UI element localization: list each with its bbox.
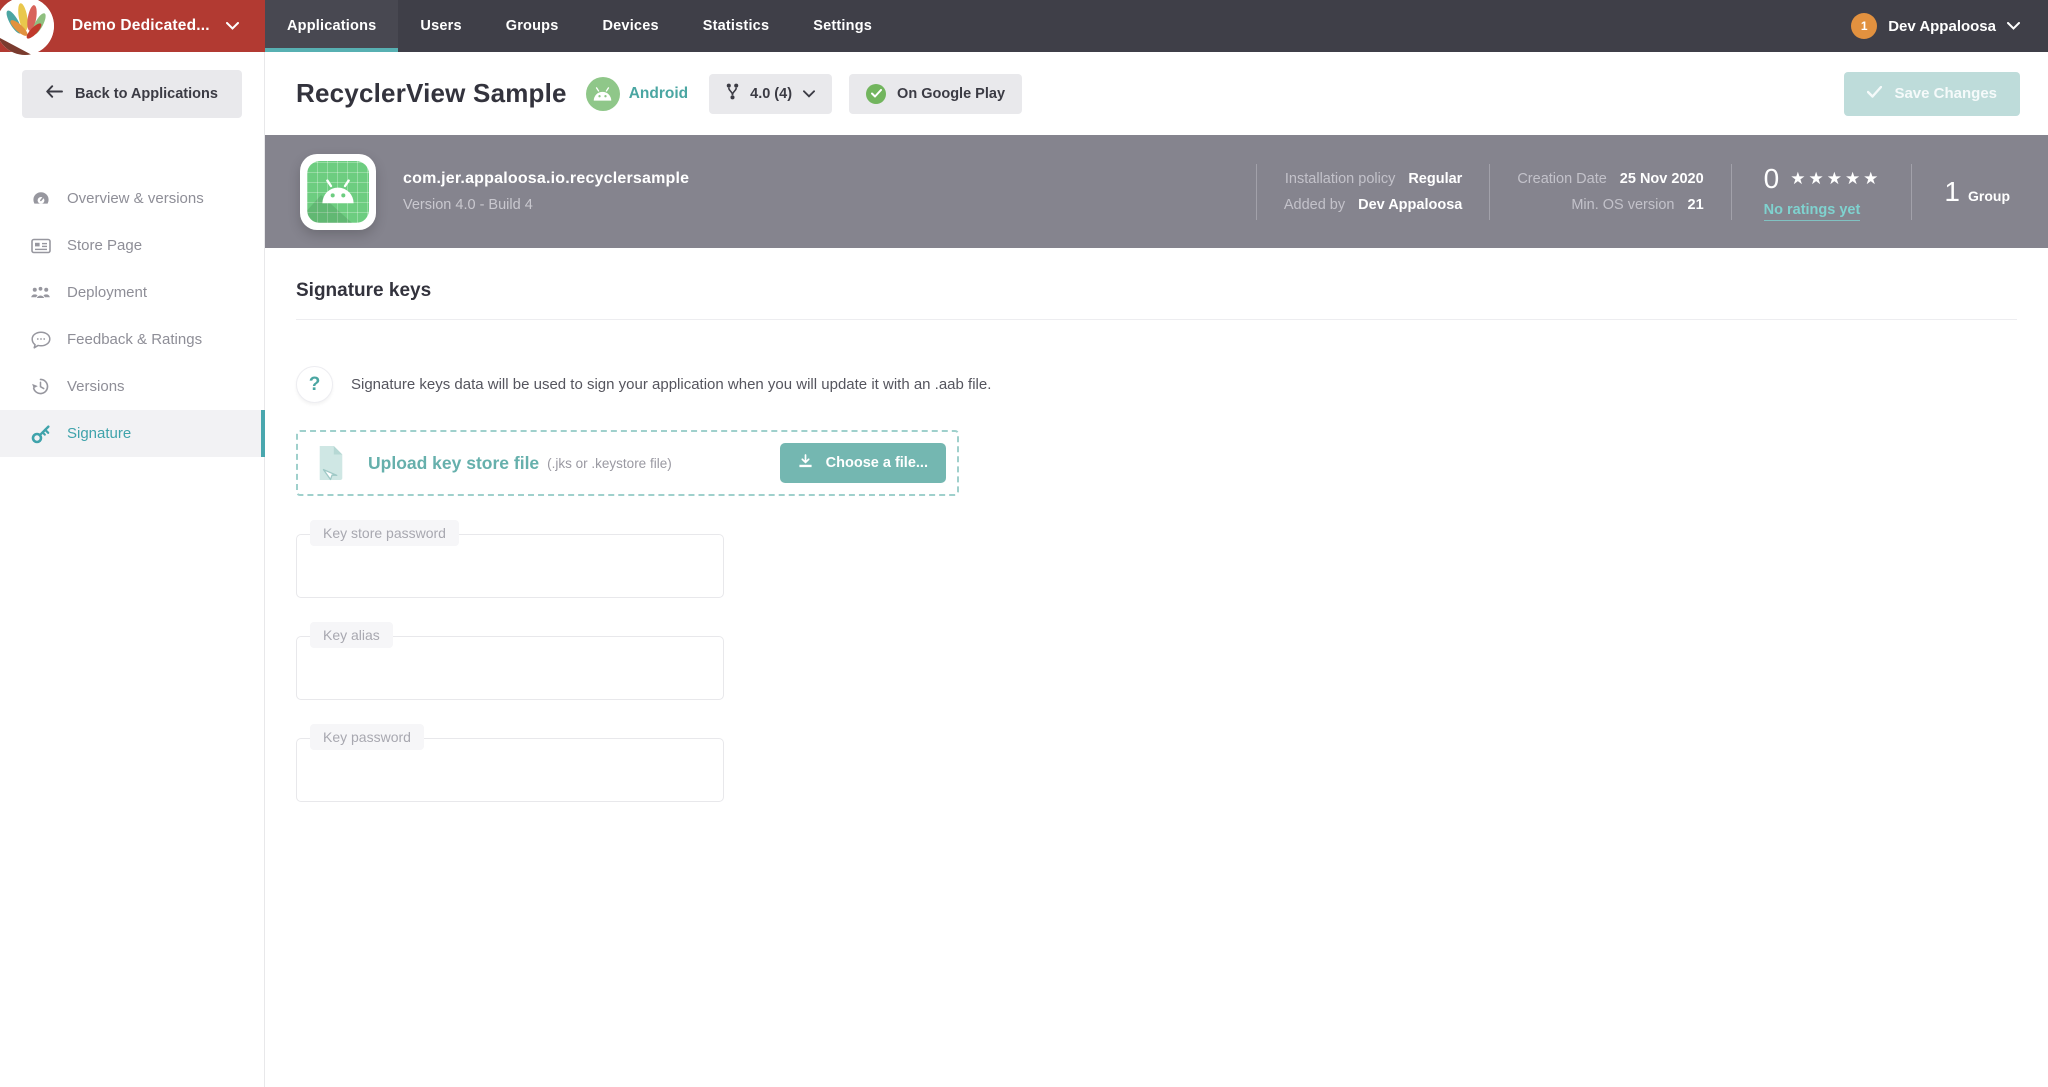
groups-summary: 1 Group xyxy=(1912,176,2048,208)
app-icon xyxy=(300,153,376,230)
meta-column-right: Creation Date 25 Nov 2020 Min. OS versio… xyxy=(1490,171,1730,213)
upload-title: Upload key store file xyxy=(368,452,540,473)
branch-icon xyxy=(726,83,739,104)
app-info-bar: com.jer.appaloosa.io.recyclersample Vers… xyxy=(265,135,2048,248)
meta-min-os-version: Min. OS version 21 xyxy=(1571,196,1704,213)
package-name: com.jer.appaloosa.io.recyclersample xyxy=(403,170,690,187)
meta-installation-policy: Installation policy Regular xyxy=(1284,170,1463,187)
header-sidebar-area: Back to Applications xyxy=(0,52,265,135)
arrow-left-icon xyxy=(46,85,63,102)
field-key-password: Key password xyxy=(296,724,724,802)
upload-hint: (.jks or .keystore file) xyxy=(547,455,672,471)
download-icon xyxy=(798,453,813,473)
meta-creation-date: Creation Date 25 Nov 2020 xyxy=(1517,170,1704,187)
signature-key-form: Key store password Key alias Key passwor… xyxy=(296,520,2017,802)
tab-statistics[interactable]: Statistics xyxy=(681,0,791,52)
sidebar-item-feedback-ratings[interactable]: Feedback & Ratings xyxy=(0,316,264,363)
signature-keys-section: Signature keys ? Signature keys data wil… xyxy=(265,248,2048,1087)
appaloosa-logo-icon xyxy=(0,0,54,55)
no-ratings-link[interactable]: No ratings yet xyxy=(1763,202,1861,221)
sidebar-item-store-page[interactable]: Store Page xyxy=(0,222,264,269)
history-icon xyxy=(30,377,51,396)
app-sidebar-nav: Overview & versions Store Page Deploymen… xyxy=(0,135,265,1087)
speech-bubble-icon xyxy=(30,330,51,349)
user-avatar-badge: 1 xyxy=(1851,13,1878,39)
save-changes-button[interactable]: Save Changes xyxy=(1844,71,2020,116)
file-upload-icon xyxy=(315,444,347,482)
check-circle-icon xyxy=(866,83,887,104)
field-label: Key alias xyxy=(310,622,393,648)
app-header: RecyclerView Sample Android 4.0 (4) On G… xyxy=(265,52,2048,135)
package-info: com.jer.appaloosa.io.recyclersample Vers… xyxy=(403,170,689,213)
chevron-down-icon xyxy=(803,86,816,102)
rating-stars-icon: ★★★★★ xyxy=(1790,168,1882,188)
app-page: Demo Dedicated... Applications Users Gro… xyxy=(0,0,2048,1087)
user-account-menu[interactable]: 1 Dev Appaloosa xyxy=(1823,0,2048,52)
organization-switcher[interactable]: Demo Dedicated... xyxy=(0,0,265,55)
group-label: Group xyxy=(1968,187,2010,204)
page-title: RecyclerView Sample xyxy=(296,78,567,108)
users-group-icon xyxy=(30,285,51,301)
top-navigation-bar: Demo Dedicated... Applications Users Gro… xyxy=(0,0,2048,55)
tab-settings[interactable]: Settings xyxy=(791,0,894,52)
back-to-applications-button[interactable]: Back to Applications xyxy=(22,69,242,118)
platform-badge: Android xyxy=(585,76,689,111)
sidebar-item-deployment[interactable]: Deployment xyxy=(0,269,264,316)
sidebar-item-overview-versions[interactable]: Overview & versions xyxy=(0,175,264,222)
tab-groups[interactable]: Groups xyxy=(484,0,581,52)
choose-file-button[interactable]: Choose a file... xyxy=(779,443,946,483)
android-icon xyxy=(585,76,620,111)
tab-applications[interactable]: Applications xyxy=(265,0,399,52)
help-text: Signature keys data will be used to sign… xyxy=(351,376,992,393)
version-value: 4.0 (4) xyxy=(750,85,793,102)
tab-devices[interactable]: Devices xyxy=(581,0,681,52)
help-question-icon: ? xyxy=(296,366,333,403)
on-google-play-badge[interactable]: On Google Play xyxy=(849,73,1023,114)
field-label: Key password xyxy=(310,724,424,750)
organization-name: Demo Dedicated... xyxy=(72,17,210,34)
rating-score: 0 xyxy=(1763,162,1780,194)
key-icon xyxy=(30,424,51,444)
version-dropdown[interactable]: 4.0 (4) xyxy=(709,73,833,114)
field-key-alias: Key alias xyxy=(296,622,724,700)
gauge-icon xyxy=(30,189,51,209)
group-count: 1 xyxy=(1944,175,1960,207)
store-card-icon xyxy=(30,237,51,255)
sidebar-item-signature[interactable]: Signature xyxy=(0,410,265,457)
check-icon xyxy=(1867,85,1883,102)
main-nav-tabs: Applications Users Groups Devices Statis… xyxy=(265,0,894,52)
chevron-down-icon xyxy=(2007,17,2020,35)
version-build-line: Version 4.0 - Build 4 xyxy=(403,197,533,213)
keystore-upload-dropzone[interactable]: Upload key store file (.jks or .keystore… xyxy=(296,430,959,496)
section-title: Signature keys xyxy=(296,280,2017,320)
meta-column-left: Installation policy Regular Added by Dev… xyxy=(1257,171,1490,213)
sidebar-item-versions[interactable]: Versions xyxy=(0,363,264,410)
field-label: Key store password xyxy=(310,520,459,546)
rating-summary: 0 ★★★★★ No ratings yet xyxy=(1732,163,1912,221)
meta-added-by: Added by Dev Appaloosa xyxy=(1283,196,1463,213)
android-robot-icon xyxy=(307,160,369,223)
user-name: Dev Appaloosa xyxy=(1888,17,1996,35)
platform-name: Android xyxy=(628,84,689,102)
help-note: ? Signature keys data will be used to si… xyxy=(296,366,2017,403)
field-key-store-password: Key store password xyxy=(296,520,724,598)
chevron-down-icon xyxy=(225,17,239,35)
tab-users[interactable]: Users xyxy=(398,0,483,52)
